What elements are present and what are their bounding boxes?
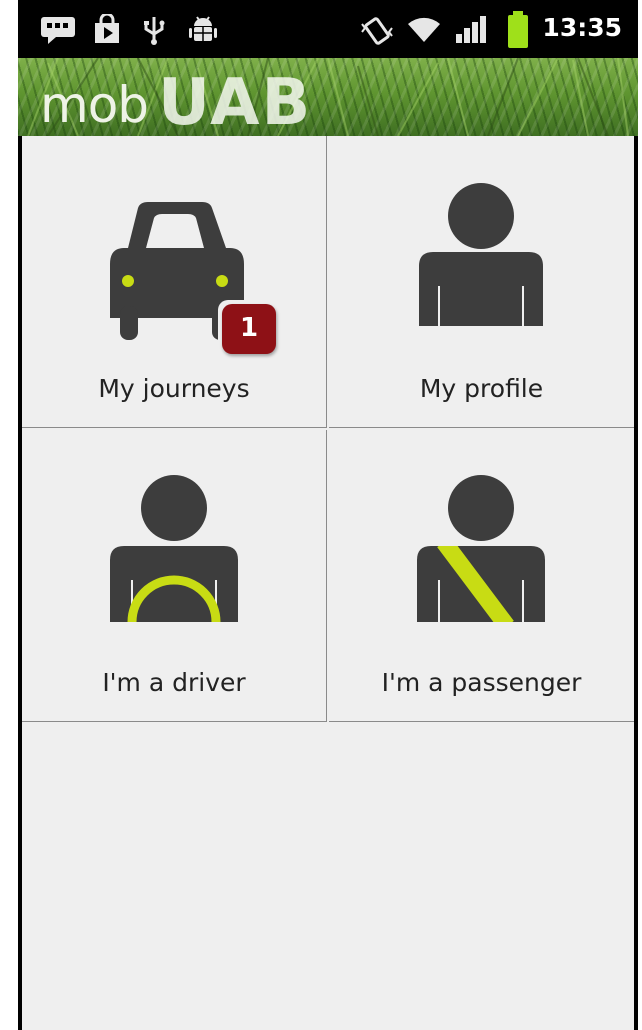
driver-icon bbox=[110, 475, 238, 623]
phone-screen: 13:35 mob UAB 1 My journeys My profile I… bbox=[18, 0, 638, 1030]
clock: 13:35 bbox=[542, 13, 622, 42]
logo-main: UAB bbox=[158, 66, 313, 136]
tile-label: I'm a passenger bbox=[381, 668, 582, 697]
header-banner: mob UAB bbox=[18, 58, 638, 136]
logo-prefix: mob bbox=[40, 76, 149, 134]
tile-label: My profile bbox=[419, 374, 544, 403]
tile-label: I'm a driver bbox=[102, 668, 246, 697]
usb-icon bbox=[144, 17, 165, 45]
main-menu: 1 My journeys My profile I'm a driver I'… bbox=[22, 136, 634, 1030]
tile-my-journeys[interactable]: 1 My journeys bbox=[22, 136, 327, 428]
tile-label: My journeys bbox=[98, 374, 250, 403]
battery-icon bbox=[508, 11, 528, 48]
signal-icon bbox=[456, 16, 486, 43]
tile-im-a-driver[interactable]: I'm a driver bbox=[22, 430, 327, 722]
wifi-icon bbox=[408, 17, 440, 42]
passenger-icon bbox=[417, 475, 545, 622]
message-icon bbox=[41, 17, 75, 44]
car-icon bbox=[110, 202, 280, 350]
tile-im-a-passenger[interactable]: I'm a passenger bbox=[329, 430, 634, 722]
notification-badge: 1 bbox=[222, 304, 276, 354]
badge-count: 1 bbox=[239, 313, 259, 343]
shop-icon bbox=[95, 14, 119, 43]
status-bar: 13:35 bbox=[18, 0, 638, 58]
tile-my-profile[interactable]: My profile bbox=[329, 136, 634, 428]
vibrate-icon bbox=[361, 17, 393, 45]
person-icon bbox=[419, 183, 543, 326]
android-debug-icon bbox=[189, 16, 217, 41]
